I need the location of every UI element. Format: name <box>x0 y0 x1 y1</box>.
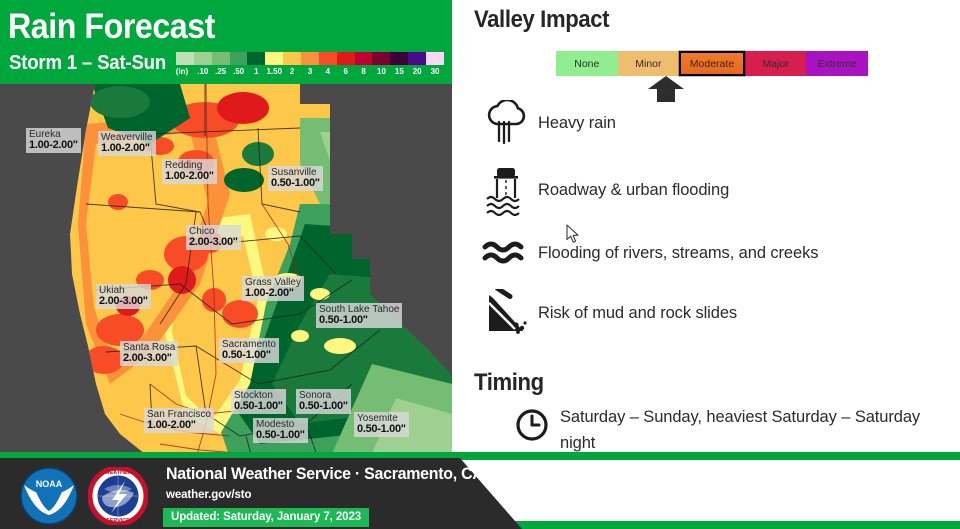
colorbar-swatch-2 <box>211 52 230 65</box>
landslide-icon <box>474 284 538 342</box>
office-name: National Weather Service · Sacramento, C… <box>166 464 484 483</box>
flooded-road-icon <box>474 161 538 219</box>
svg-text:SERVICE: SERVICE <box>106 518 130 524</box>
footer-accent-bar-right <box>452 521 960 529</box>
impact-item-heavy-rain: Heavy rain <box>474 94 944 152</box>
city-label-sacramento: Sacramento 0.50-1.00" <box>219 338 279 363</box>
colorbar-swatch-13 <box>408 52 427 65</box>
rain-forecast-map-panel: Eureka 1.00-2.00" Weaverville 1.00-2.00" R… <box>0 0 452 458</box>
impact-info-panel: Valley Impact None Minor Moderate Major Extr… <box>452 0 960 529</box>
city-label-stockton: Stockton 0.50-1.00" <box>231 389 286 414</box>
colorbar-tick-6: 6 <box>343 67 348 76</box>
colorbar-tick-.50: .50 <box>232 67 245 76</box>
page-subtitle: Storm 1 – Sat-Sun <box>9 52 167 74</box>
colorbar-tick-20: 20 <box>412 67 422 76</box>
city-label-grass-valley: Grass Valley 1.00-2.00" <box>242 276 304 301</box>
colorbar-tick-15: 15 <box>394 67 404 76</box>
timing-text: Saturday – Sunday, heaviest Saturday – S… <box>560 408 921 452</box>
colorbar-swatch-3 <box>229 52 248 65</box>
updated-badge: Updated: Saturday, January 7, 2023 <box>163 508 370 527</box>
svg-text:NOAA: NOAA <box>36 479 63 489</box>
office-url: weather.gov/sto <box>166 489 252 501</box>
precipitation-colorbar-legend: (in) .10 .25 .50 1 1.50 2 3 4 6 8 10 15 20 30 <box>176 52 444 80</box>
page-title: Rain Forecast <box>8 7 215 46</box>
colorbar-tick-30: 30 <box>430 67 440 76</box>
map-header-bar: Rain Forecast Storm 1 – Sat-Sun (in) .10.… <box>0 0 452 84</box>
valley-impact-scale: None Minor Moderate Major Extreme <box>556 51 868 76</box>
colorbar-swatch-5 <box>265 52 284 65</box>
colorbar-tick-10: 10 <box>377 67 386 76</box>
city-label-ukiah: Ukiah 2.00-3.00" <box>96 284 151 309</box>
city-label-yosemite: Yosemite 0.50-1.00" <box>354 412 409 437</box>
colorbar-tick-1.50: 1.50 <box>266 67 283 76</box>
colorbar-tick-.10: .10 <box>197 67 209 76</box>
impact-item-mudslides: Risk of mud and rock slides <box>474 284 944 342</box>
colorbar-tick-2: 2 <box>289 67 295 76</box>
noaa-logo: NOAA <box>20 467 78 525</box>
colorbar-tick-1: 1 <box>254 67 259 76</box>
colorbar-tick-4: 4 <box>325 67 331 76</box>
mouse-cursor <box>566 224 579 243</box>
impact-level-moderate[interactable]: Moderate <box>679 51 745 76</box>
colorbar-swatch-10 <box>354 52 373 65</box>
colorbar-swatch-4 <box>247 52 266 65</box>
city-label-sonora: Sonora 0.50-1.00" <box>296 389 351 414</box>
timing-detail-row: Saturday – Sunday, heaviest Saturday – S… <box>504 404 944 456</box>
colorbar-tick-labels: (in) .10 .25 .50 1 1.50 2 3 4 6 8 10 15 20 30 <box>176 66 444 79</box>
impact-item-label: Flooding of rivers, streams, and creeks <box>538 243 819 262</box>
city-label-eureka: Eureka 1.00-2.00" <box>26 128 81 153</box>
impact-level-extreme[interactable]: Extreme <box>806 51 868 76</box>
city-label-weaverville: Weaverville 1.00-2.00" <box>98 131 156 156</box>
colorbar-swatch-0 <box>176 52 194 65</box>
impact-item-label: Roadway & urban flooding <box>538 180 730 199</box>
colorbar-swatch-8 <box>318 52 337 65</box>
city-label-redding: Redding 1.00-2.00" <box>162 159 217 184</box>
colorbar-tick-3: 3 <box>307 67 313 76</box>
city-label-santa-rosa: Santa Rosa 2.00-3.00" <box>120 341 179 366</box>
forecast-map-image: Eureka 1.00-2.00" Weaverville 1.00-2.00" R… <box>0 84 452 458</box>
colorbar-swatch-6 <box>283 52 302 65</box>
city-label-south-lake-tahoe: South Lake Tahoe 0.50-1.00" <box>316 303 403 328</box>
colorbar-swatch-12 <box>390 52 409 65</box>
colorbar-swatch-9 <box>336 52 355 65</box>
city-label-modesto: Modesto 0.50-1.00" <box>253 418 308 443</box>
colorbar-tick-8: 8 <box>361 67 366 76</box>
colorbar-unit-label: (in) <box>175 67 189 76</box>
impact-item-roadway-flooding: Roadway & urban flooding <box>474 161 944 219</box>
rain-cloud-icon <box>474 94 538 152</box>
impact-item-label: Heavy rain <box>538 113 616 132</box>
nws-logo: WEATHER SERVICE <box>88 467 148 525</box>
colorbar-tick-.25: .25 <box>215 67 227 76</box>
impact-level-minor[interactable]: Minor <box>617 51 680 76</box>
clock-icon <box>504 404 560 442</box>
impact-level-none[interactable]: None <box>556 51 618 76</box>
city-label-san-francisco: San Francisco 1.00-2.00" <box>144 408 214 433</box>
impact-item-label: Risk of mud and rock slides <box>538 303 738 322</box>
city-label-susanville: Susanville 0.50-1.00" <box>268 166 323 191</box>
colorbar-swatch-14 <box>426 52 444 65</box>
colorbar-swatch-1 <box>193 52 212 65</box>
impact-item-river-flooding: Flooding of rivers, streams, and creeks <box>474 224 944 282</box>
colorbar-swatch-7 <box>301 52 319 65</box>
colorbar-swatch-11 <box>372 52 391 65</box>
river-waves-icon <box>474 224 538 282</box>
colorbar-swatches <box>176 52 444 65</box>
impact-level-major[interactable]: Major <box>744 51 807 76</box>
city-label-chico: Chico 2.00-3.00" <box>186 225 241 250</box>
valley-impact-heading: Valley Impact <box>474 6 610 33</box>
svg-text:WEATHER: WEATHER <box>105 470 132 476</box>
timing-heading: Timing <box>474 369 544 396</box>
